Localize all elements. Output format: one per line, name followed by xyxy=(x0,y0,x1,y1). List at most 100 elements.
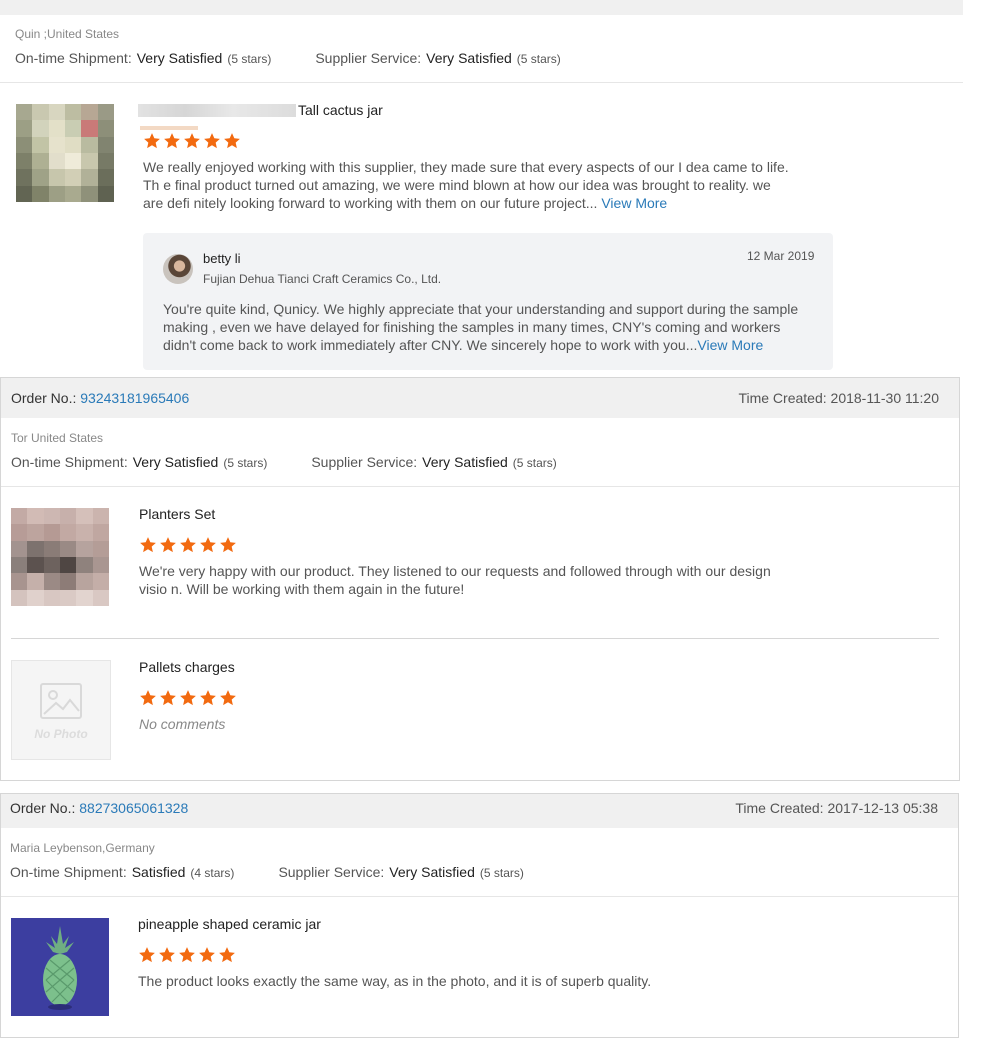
product-rating xyxy=(139,536,237,554)
mosaic-cell xyxy=(97,152,114,170)
order-number-link[interactable]: 88273065061328 xyxy=(79,800,188,816)
product-title[interactable]: Pallets charges xyxy=(139,659,235,675)
product-thumbnail[interactable] xyxy=(16,104,114,202)
mosaic-cell xyxy=(76,540,93,557)
order-number: Order No.: 88273065061328 xyxy=(10,800,188,816)
divider xyxy=(1,896,958,897)
service-label: Supplier Service: xyxy=(311,454,418,470)
review-text: We're very happy with our product. They … xyxy=(139,563,771,597)
mosaic-cell xyxy=(48,104,65,121)
image-placeholder-icon xyxy=(40,683,82,719)
product-title[interactable]: Planters Set xyxy=(139,506,215,522)
product-title[interactable]: pineapple shaped ceramic jar xyxy=(138,916,321,932)
rating-summary: On-time Shipment: Very Satisfied (5 star… xyxy=(15,50,561,66)
review-text: The product looks exactly the same way, … xyxy=(138,973,652,989)
mosaic-cell xyxy=(43,524,60,541)
reply-view-more-link[interactable]: View More xyxy=(697,337,763,353)
mosaic-cell xyxy=(81,136,98,153)
mosaic-cell xyxy=(65,152,82,170)
shipment-label: On-time Shipment: xyxy=(15,50,132,66)
mosaic-cell xyxy=(97,136,114,153)
mosaic-cell xyxy=(65,104,82,121)
mosaic-cell xyxy=(76,573,93,590)
mosaic-cell xyxy=(16,169,33,186)
reply-date: 12 Mar 2019 xyxy=(747,249,815,263)
star-icon xyxy=(220,690,236,706)
mosaic-cell xyxy=(92,540,109,557)
star-icon xyxy=(219,947,235,963)
mosaic-cell xyxy=(76,508,93,525)
supplier-name: betty li xyxy=(203,251,241,266)
shipment-value: Very Satisfied xyxy=(132,454,219,470)
mosaic-cell xyxy=(43,573,60,590)
mosaic-cell xyxy=(92,589,109,606)
mosaic-cell xyxy=(60,589,77,606)
divider xyxy=(0,82,963,83)
shipment-label: On-time Shipment: xyxy=(11,454,128,470)
rating-summary: On-time Shipment: Very Satisfied (5 star… xyxy=(11,454,557,470)
buyer-info: Maria Leybenson,Germany xyxy=(10,841,155,855)
mosaic-cell xyxy=(11,508,28,525)
mosaic-cell xyxy=(48,152,65,170)
star-icon xyxy=(200,690,216,706)
mosaic-cell xyxy=(16,152,33,170)
mosaic-cell xyxy=(92,573,109,590)
mosaic-cell xyxy=(60,524,77,541)
pineapple-jar-image xyxy=(11,918,109,1016)
order-number: Order No.: 93243181965406 xyxy=(11,390,189,406)
mosaic-cell xyxy=(48,120,65,137)
service-stars: (5 stars) xyxy=(516,52,561,66)
product-thumbnail[interactable] xyxy=(11,508,109,606)
divider xyxy=(1,486,959,487)
star-icon xyxy=(144,133,160,149)
service-value: Very Satisfied xyxy=(422,454,508,470)
mosaic-cell xyxy=(32,120,49,137)
shipment-stars: (5 stars) xyxy=(223,456,268,470)
mosaic-cell xyxy=(60,540,77,557)
product-rating xyxy=(139,689,237,707)
redacted-mark xyxy=(140,126,198,130)
mosaic-cell xyxy=(43,508,60,525)
time-label: Time Created: xyxy=(735,800,824,816)
mosaic-cell xyxy=(81,169,98,186)
mosaic-cell xyxy=(48,136,65,153)
product-title-row: Tall cactus jar xyxy=(138,102,383,118)
star-icon xyxy=(160,537,176,553)
mosaic-cell xyxy=(27,556,44,574)
star-icon xyxy=(199,947,215,963)
mosaic-cell xyxy=(65,120,82,137)
star-icon xyxy=(164,133,180,149)
no-photo-placeholder: No Photo xyxy=(11,660,111,760)
mosaic-cell xyxy=(43,540,60,557)
mosaic-cell xyxy=(92,524,109,541)
shipment-label: On-time Shipment: xyxy=(10,864,127,880)
mosaic-cell xyxy=(60,508,77,525)
mosaic-cell xyxy=(81,152,98,170)
mosaic-cell xyxy=(16,185,33,202)
shipment-value: Satisfied xyxy=(131,864,186,880)
star-icon xyxy=(220,537,236,553)
star-icon xyxy=(160,690,176,706)
mosaic-cell xyxy=(32,152,49,170)
order-number-link[interactable]: 93243181965406 xyxy=(80,390,189,406)
mosaic-cell xyxy=(32,185,49,202)
product-thumbnail[interactable] xyxy=(11,918,109,1016)
mosaic-cell xyxy=(32,136,49,153)
redacted-block xyxy=(138,103,296,117)
mosaic-cell xyxy=(97,104,114,121)
supplier-company: Fujian Dehua Tianci Craft Ceramics Co., … xyxy=(203,272,442,286)
mosaic-cell xyxy=(81,120,98,137)
mosaic-cell xyxy=(11,589,28,606)
service-value: Very Satisfied xyxy=(389,864,475,880)
view-more-link[interactable]: View More xyxy=(601,195,667,211)
product-title[interactable]: Tall cactus jar xyxy=(298,102,383,118)
order-number-label: Order No.: xyxy=(10,800,76,816)
mosaic-cell xyxy=(65,169,82,186)
buyer-info: Quin ;United States xyxy=(15,27,120,41)
mosaic-cell xyxy=(76,589,93,606)
no-photo-label: No Photo xyxy=(34,727,88,741)
order-number-label: Order No.: xyxy=(11,390,77,406)
star-icon xyxy=(184,133,200,149)
mosaic-cell xyxy=(76,556,93,574)
product-rating xyxy=(138,946,236,964)
